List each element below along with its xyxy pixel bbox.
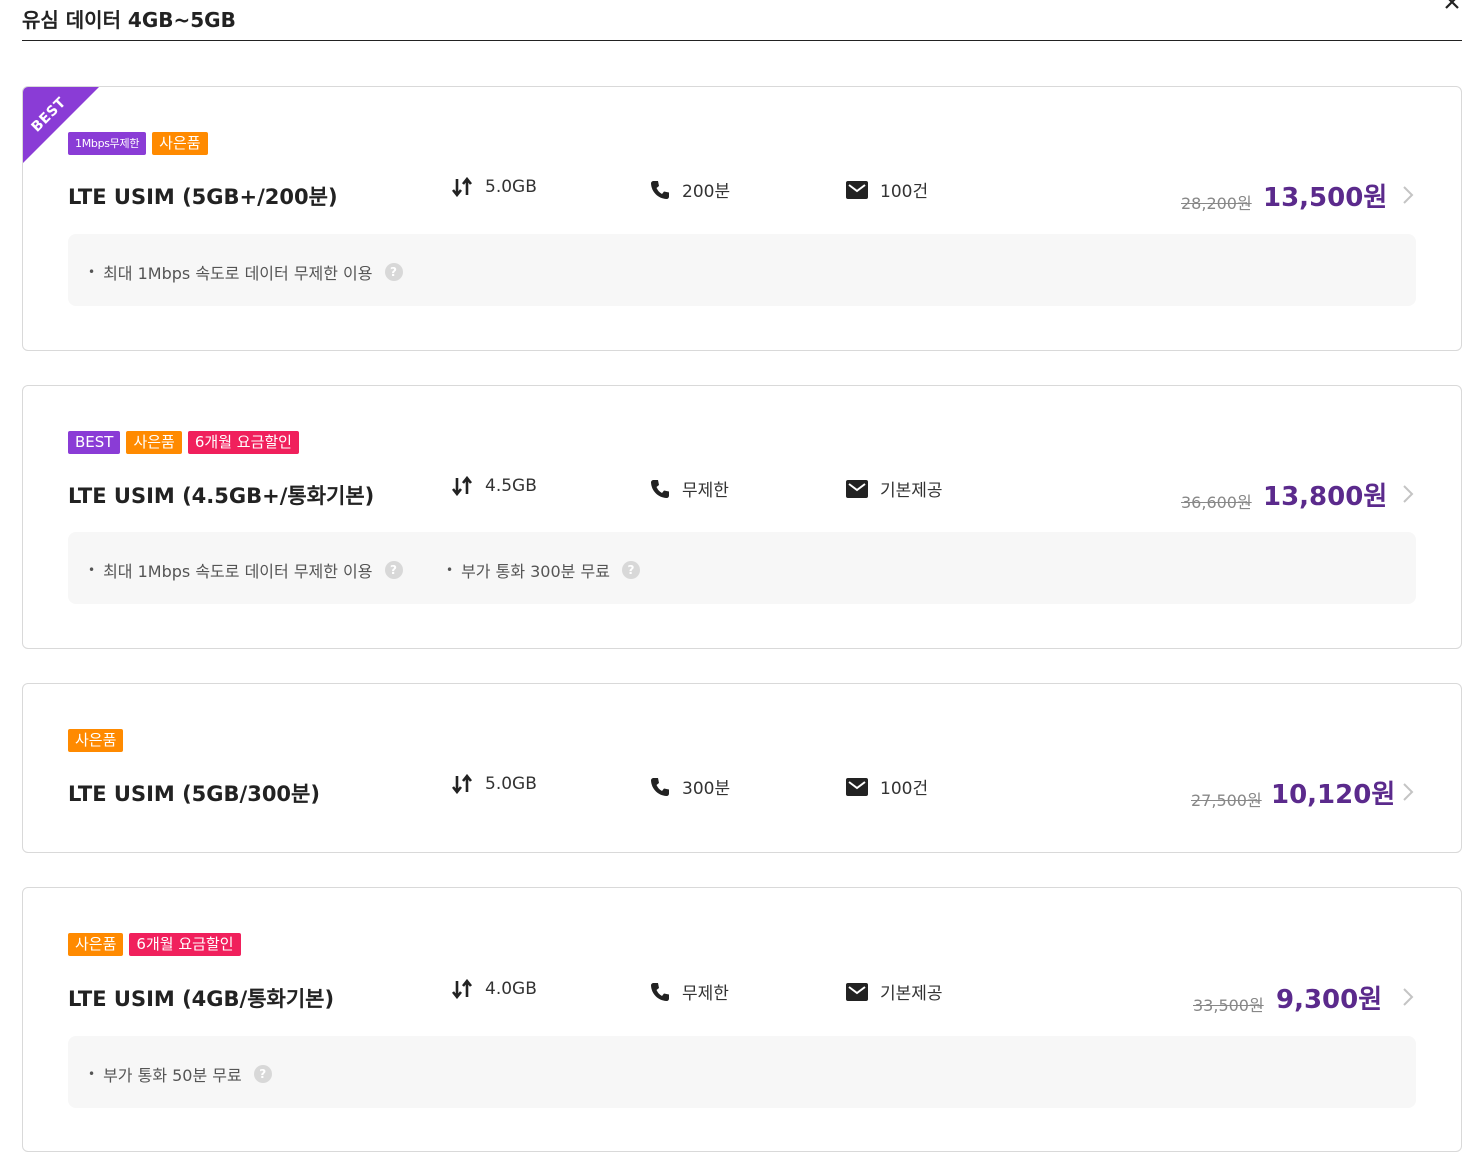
call-amount: 무제한 (682, 481, 729, 501)
original-price: 36,600원 (1181, 493, 1252, 512)
sms-amount: 100건 (880, 182, 929, 202)
help-icon[interactable]: ? (253, 1065, 272, 1083)
badge-discount: 6개월 요금할인 (187, 431, 299, 454)
chevron-right-icon[interactable] (1401, 484, 1415, 504)
badge-gift: 사은품 (68, 933, 124, 956)
close-icon[interactable] (1442, 0, 1462, 12)
bullet: • (88, 563, 96, 577)
badge-list: BEST 사은품 6개월 요금할인 (68, 431, 299, 454)
plan-card[interactable]: 사은품 6개월 요금할인 LTE USIM (4GB/통화기본) 4.0GB 무… (22, 887, 1462, 1152)
spec-call: 무제한 (650, 979, 729, 1004)
benefit-note-text: 최대 1Mbps 속도로 데이터 무제한 이용 (103, 264, 373, 283)
badge-list: 사은품 (68, 729, 124, 752)
spec-call: 200분 (650, 177, 730, 202)
badge-gift: 사은품 (126, 431, 182, 454)
bullet: • (446, 563, 454, 577)
mail-icon (846, 180, 868, 199)
sms-amount: 100건 (880, 779, 929, 799)
bullet: • (88, 1067, 96, 1081)
data-amount: 5.0GB (485, 774, 537, 794)
data-updown-icon (451, 979, 473, 999)
badge-unlimited: 1Mbps무제한 (68, 132, 147, 155)
spec-call: 무제한 (650, 476, 729, 501)
sale-price: 13,500원 (1263, 183, 1388, 213)
badge-best: BEST (68, 431, 121, 454)
chevron-right-icon[interactable] (1401, 782, 1415, 802)
spec-call: 300분 (650, 774, 730, 799)
benefit-note-text: 부가 통화 300분 무료 (461, 562, 610, 581)
data-amount: 4.0GB (485, 979, 537, 999)
plan-card[interactable]: BEST 사은품 6개월 요금할인 LTE USIM (4.5GB+/통화기본)… (22, 385, 1462, 649)
data-updown-icon (451, 177, 473, 197)
original-price: 33,500원 (1193, 996, 1264, 1015)
page-header: 유심 데이터 4GB~5GB (22, 0, 1462, 41)
chevron-right-icon[interactable] (1401, 185, 1415, 205)
spec-sms: 100건 (846, 774, 928, 799)
original-price: 28,200원 (1181, 194, 1252, 213)
spec-sms: 기본제공 (846, 979, 943, 1004)
plan-name: LTE USIM (5GB+/200분) (68, 185, 338, 209)
phone-icon (651, 180, 669, 199)
benefit-note-text: 최대 1Mbps 속도로 데이터 무제한 이용 (103, 562, 373, 581)
data-amount: 5.0GB (485, 177, 537, 197)
phone-icon (651, 479, 669, 498)
page-title: 유심 데이터 4GB~5GB (22, 8, 236, 32)
sale-price: 13,800원 (1263, 482, 1388, 512)
badge-list: 사은품 6개월 요금할인 (68, 933, 241, 956)
help-icon[interactable]: ? (621, 561, 640, 579)
spec-data: 4.0GB (451, 979, 537, 999)
plan-card[interactable]: 사은품 LTE USIM (5GB/300분) 5.0GB 300분 100건 … (22, 683, 1462, 853)
mail-icon (846, 777, 868, 796)
data-updown-icon (451, 476, 473, 496)
benefit-note: • 최대 1Mbps 속도로 데이터 무제한 이용 ? (88, 260, 403, 284)
benefit-note: • 부가 통화 50분 무료 ? (88, 1062, 272, 1086)
chevron-right-icon[interactable] (1401, 987, 1415, 1007)
phone-icon (651, 982, 669, 1001)
plan-name: LTE USIM (5GB/300분) (68, 782, 320, 806)
benefit-note-text: 부가 통화 50분 무료 (103, 1066, 242, 1085)
spec-data: 5.0GB (451, 177, 537, 197)
call-amount: 200분 (682, 182, 731, 202)
help-icon[interactable]: ? (384, 263, 403, 281)
badge-gift: 사은품 (68, 729, 124, 752)
benefit-notes: • 부가 통화 50분 무료 ? (68, 1036, 1416, 1108)
mail-icon (846, 479, 868, 498)
sms-amount: 기본제공 (880, 984, 943, 1004)
sms-amount: 기본제공 (880, 481, 943, 501)
badge-discount: 6개월 요금할인 (129, 933, 241, 956)
original-price: 27,500원 (1191, 791, 1262, 810)
data-amount: 4.5GB (485, 476, 537, 496)
benefit-note: • 최대 1Mbps 속도로 데이터 무제한 이용 ? (88, 558, 403, 582)
call-amount: 무제한 (682, 984, 729, 1004)
spec-sms: 기본제공 (846, 476, 943, 501)
sale-price: 9,300원 (1276, 985, 1383, 1015)
phone-icon (651, 777, 669, 796)
plan-card[interactable]: BEST 1Mbps무제한 사은품 LTE USIM (5GB+/200분) 5… (22, 86, 1462, 351)
benefit-notes: • 최대 1Mbps 속도로 데이터 무제한 이용 ? (68, 234, 1416, 306)
help-icon[interactable]: ? (384, 561, 403, 579)
spec-data: 5.0GB (451, 774, 537, 794)
plan-name: LTE USIM (4.5GB+/통화기본) (68, 484, 375, 508)
badge-list: 1Mbps무제한 사은품 (68, 132, 208, 155)
sale-price: 10,120원 (1271, 780, 1396, 810)
call-amount: 300분 (682, 779, 731, 799)
plan-name: LTE USIM (4GB/통화기본) (68, 987, 335, 1011)
badge-gift: 사은품 (152, 132, 208, 155)
benefit-notes: • 최대 1Mbps 속도로 데이터 무제한 이용 ? • 부가 통화 300분… (68, 532, 1416, 604)
benefit-note: • 부가 통화 300분 무료 ? (446, 558, 640, 582)
mail-icon (846, 982, 868, 1001)
data-updown-icon (451, 774, 473, 794)
spec-data: 4.5GB (451, 476, 537, 496)
bullet: • (88, 265, 96, 279)
spec-sms: 100건 (846, 177, 928, 202)
